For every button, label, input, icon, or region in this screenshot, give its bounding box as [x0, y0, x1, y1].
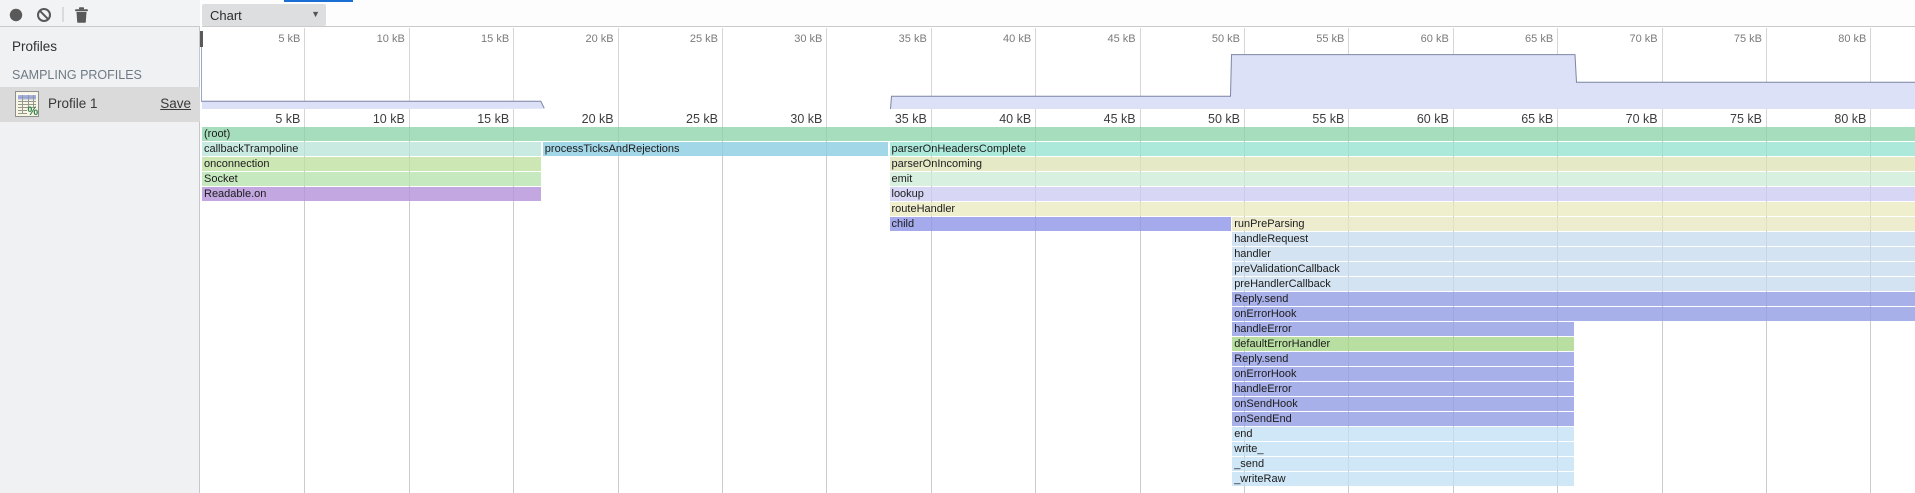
- svg-text:%: %: [28, 104, 39, 118]
